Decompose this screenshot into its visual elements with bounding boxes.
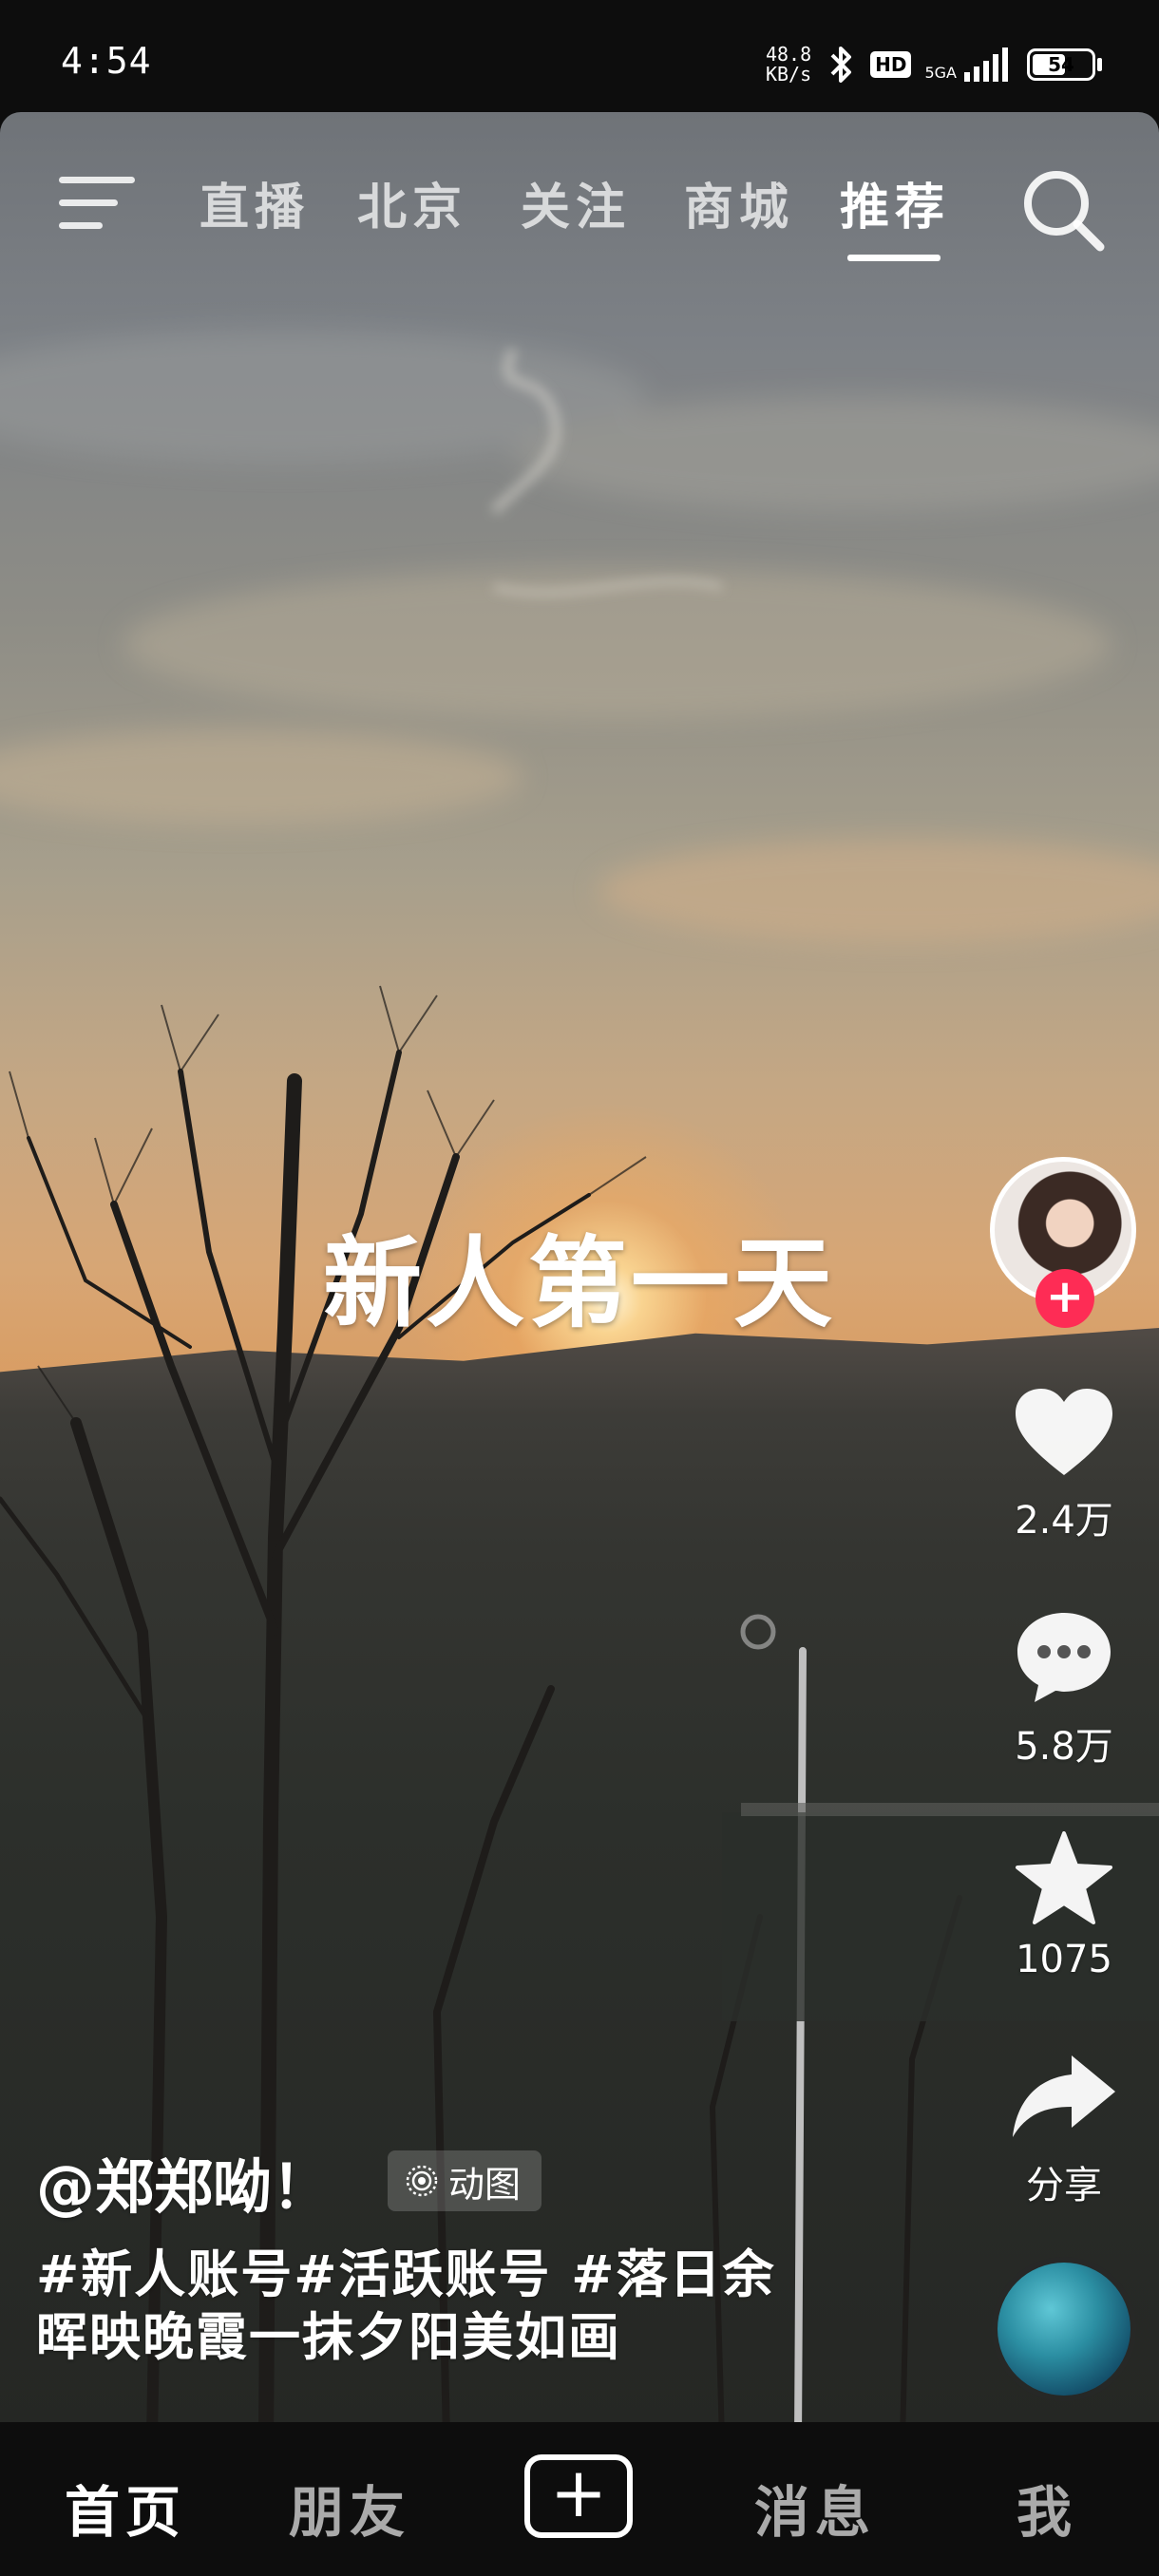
gif-badge-label: 动图 — [448, 2163, 522, 2206]
hd-badge: HD — [870, 51, 912, 78]
video-description[interactable]: #新人账号#活跃账号 #落日余 晖映晚霞一抹夕阳美如画 — [36, 2244, 891, 2369]
tab-live[interactable]: 直播 — [200, 167, 310, 238]
share-label: 分享 — [1026, 2164, 1102, 2207]
gif-badge[interactable]: 动图 — [388, 2150, 542, 2211]
create-button[interactable]: + — [524, 2454, 633, 2538]
favorite-button[interactable]: 1075 — [988, 1829, 1140, 1981]
live-photo-icon — [406, 2165, 438, 2197]
nav-messages[interactable]: 消息 — [754, 2468, 876, 2548]
search-icon[interactable] — [1020, 167, 1106, 253]
battery-indicator: 54 — [1027, 48, 1102, 81]
battery-level: 54 — [1048, 53, 1074, 76]
share-button[interactable]: 分享 — [988, 2050, 1140, 2209]
bluetooth-icon — [830, 47, 852, 83]
heart-icon — [1016, 1389, 1112, 1475]
comment-count: 5.8万 — [1015, 1725, 1113, 1769]
nav-friends[interactable]: 朋友 — [289, 2468, 410, 2548]
active-tab-indicator — [847, 255, 940, 261]
comment-button[interactable]: 5.8万 — [988, 1607, 1140, 1771]
tab-beijing[interactable]: 北京 — [357, 167, 467, 238]
menu-icon[interactable] — [59, 173, 135, 234]
author-name[interactable]: @郑郑呦！ — [36, 2139, 331, 2225]
music-disc[interactable] — [998, 2263, 1130, 2396]
share-arrow-icon — [1013, 2055, 1115, 2137]
tab-mall[interactable]: 商城 — [684, 167, 794, 238]
network-speed-unit: KB/s — [765, 63, 812, 85]
like-count: 2.4万 — [1015, 1499, 1113, 1543]
nav-home[interactable]: 首页 — [65, 2468, 186, 2548]
favorite-count: 1075 — [1016, 1938, 1112, 1981]
battery-icon: 54 — [1027, 48, 1095, 81]
cellular-signal: 5GA — [924, 47, 1014, 82]
star-icon — [1016, 1831, 1112, 1924]
top-tab-bar: 直播 北京 关注 商城 推荐 — [0, 139, 1159, 261]
nav-me[interactable]: 我 — [1016, 2468, 1077, 2548]
video-overlay-caption: 新人第一天 — [322, 1225, 836, 1341]
status-time: 4:54 — [61, 40, 152, 82]
description-line-2: 晖映晚霞一抹夕阳美如画 — [36, 2307, 621, 2367]
signal-label: 5GA — [924, 64, 957, 82]
description-line-1: #新人账号#活跃账号 #落日余 — [36, 2245, 776, 2304]
video-player[interactable]: 直播 北京 关注 商城 推荐 新人第一天 — [0, 112, 1159, 2422]
network-speed-value: 48.8 — [765, 43, 812, 66]
like-button[interactable]: 2.4万 — [988, 1385, 1140, 1544]
status-icons: 48.8 KB/s HD 5GA 54 — [766, 38, 1102, 91]
author-avatar-group[interactable]: + — [990, 1157, 1136, 1328]
bottom-nav: 首页 朋友 + 消息 我 — [0, 2422, 1159, 2576]
tab-recommend[interactable]: 推荐 — [840, 167, 950, 238]
follow-button[interactable]: + — [1036, 1269, 1094, 1328]
tab-following[interactable]: 关注 — [521, 167, 631, 238]
network-speed: 48.8 KB/s — [766, 45, 811, 85]
status-bar: 4:54 48.8 KB/s HD 5GA 54 — [0, 0, 1159, 112]
signal-bars-icon — [964, 47, 1008, 82]
comment-icon — [1017, 1613, 1111, 1702]
battery-cap — [1097, 58, 1102, 71]
